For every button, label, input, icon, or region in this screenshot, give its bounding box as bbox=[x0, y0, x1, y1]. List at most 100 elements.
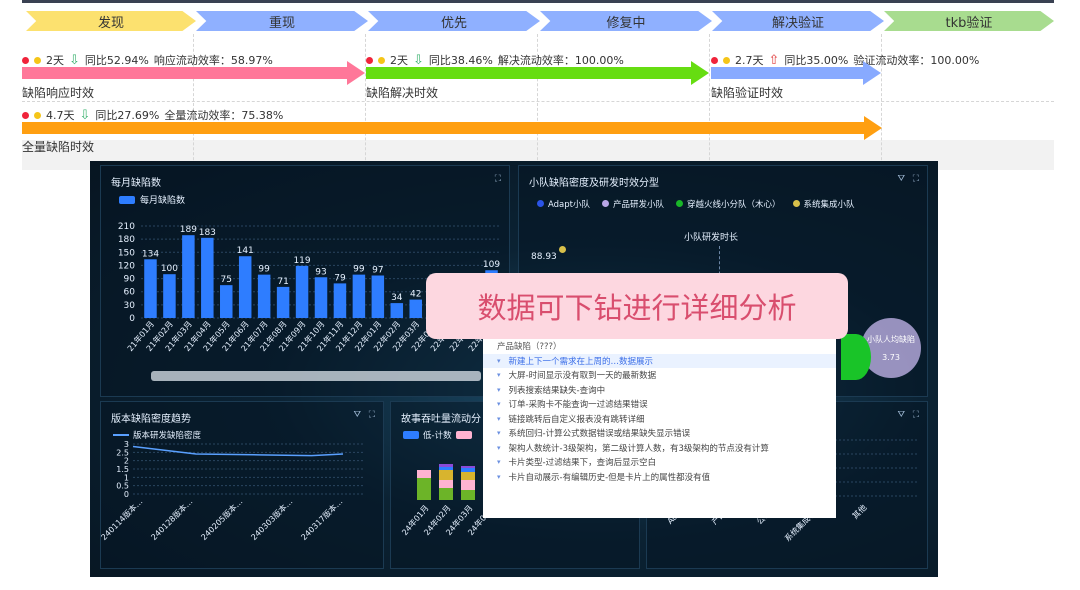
bubble-value: 3.73 bbox=[882, 353, 900, 362]
stacked-bar bbox=[439, 488, 453, 500]
stage-label: tkb验证 bbox=[945, 15, 993, 31]
stage-label: 重现 bbox=[268, 15, 295, 31]
stage-label: 修复中 bbox=[606, 15, 646, 31]
bullet-icon: ▾ bbox=[497, 414, 501, 423]
y-tick-label: 120 bbox=[118, 261, 135, 271]
menu-item[interactable]: ▾ 系统回归-计算公式数据错误或结果缺失显示错误 bbox=[483, 426, 836, 441]
y-tick-label: 60 bbox=[124, 288, 136, 298]
stacked-bar bbox=[439, 464, 453, 467]
y-tick-label: 90 bbox=[124, 275, 136, 285]
expand-icon[interactable]: ⛶ bbox=[495, 174, 501, 184]
menu-item-label: 订单-采购卡不能查询一过滤结果错误 bbox=[508, 400, 648, 411]
stacked-bar bbox=[439, 480, 453, 488]
density-line-chart: 00.511.522.53 240114版本… 240128版本… 240205版本…… bbox=[101, 440, 363, 542]
y-tick-label: 2 bbox=[124, 457, 129, 466]
x-tick-label: 240303版本… bbox=[249, 496, 295, 542]
green-bubble[interactable] bbox=[841, 334, 871, 380]
data-label: 119 bbox=[293, 256, 310, 266]
bar bbox=[257, 274, 271, 318]
data-label: 42 bbox=[410, 290, 421, 300]
bar bbox=[144, 259, 157, 318]
stage-discover[interactable]: 发现 bbox=[26, 11, 196, 31]
bar bbox=[182, 235, 195, 318]
x-tick-label: 240114版本… bbox=[101, 496, 144, 542]
stacked-bar bbox=[461, 466, 475, 468]
overall-label: 全量缺陷时效 bbox=[22, 140, 95, 154]
menu-item[interactable]: ▾ 新建上下一个需求在上周的…数据展示 bbox=[483, 353, 836, 368]
legend-item[interactable]: 系统集成小队 bbox=[792, 198, 855, 210]
data-label: 99 bbox=[258, 265, 270, 275]
stacked-bar bbox=[461, 472, 475, 480]
data-label: 79 bbox=[334, 273, 346, 283]
team-legend: Adapt小队 产品研发小队 穿越火线小分队（木心） 系统集成小队 bbox=[537, 198, 855, 210]
y-tick-label: 0 bbox=[124, 490, 129, 499]
grid-line bbox=[709, 34, 710, 170]
bar bbox=[276, 286, 290, 318]
y-tick-label: 1 bbox=[124, 473, 129, 482]
expand-icon[interactable]: ⛶ bbox=[913, 174, 919, 184]
y-tick-label: 180 bbox=[118, 235, 135, 245]
bullet-icon: ▾ bbox=[497, 371, 501, 380]
menu-item-label: 链接跳转后自定义报表没有跳转详细 bbox=[508, 414, 645, 425]
data-label: 97 bbox=[372, 266, 383, 276]
y-tick-label: 0.5 bbox=[116, 482, 129, 491]
data-label: 183 bbox=[199, 228, 216, 238]
menu-item[interactable]: ▾ 大屏-时间显示没有取到一天的最新数据 bbox=[483, 368, 836, 383]
expand-icon[interactable]: ⛶ bbox=[369, 410, 375, 420]
stage-resolve-verify[interactable]: 解决验证 bbox=[712, 11, 884, 31]
overall-arrow bbox=[22, 116, 882, 140]
bullet-icon: ▾ bbox=[497, 443, 501, 452]
response-label: 缺陷响应时效 bbox=[22, 86, 95, 100]
data-label: 134 bbox=[142, 249, 159, 259]
x-tick-label: 240128版本… bbox=[149, 496, 195, 542]
y-tick-label: 210 bbox=[118, 222, 135, 232]
menu-item[interactable]: ▾ 卡片自动展示-有编辑历史-但是卡片上的属性都没有值 bbox=[483, 470, 836, 485]
data-label: 75 bbox=[221, 275, 232, 285]
bar bbox=[238, 256, 252, 318]
bar bbox=[390, 303, 404, 318]
stage-reproduce[interactable]: 重现 bbox=[196, 11, 368, 31]
drilldown-menu: 产品缺陷（???） ▾ 新建上下一个需求在上周的…数据展示 ▾ 大屏-时间显示没有取到… bbox=[483, 339, 836, 518]
stage-prioritize[interactable]: 优先 bbox=[368, 11, 540, 31]
data-label: 109 bbox=[483, 260, 500, 270]
menu-item-label: 架构人数统计-3级架构，第二级计算人数，有3级架构的节点没有计算 bbox=[508, 443, 769, 454]
x-tick-label: 其他 bbox=[850, 502, 868, 520]
legend-item[interactable]: 产品研发小队 bbox=[602, 198, 664, 210]
verify-label: 缺陷验证时效 bbox=[711, 86, 784, 100]
bullet-icon: ▾ bbox=[497, 458, 501, 467]
data-label: 141 bbox=[237, 246, 254, 256]
expand-icon[interactable]: ⛶ bbox=[913, 410, 919, 420]
legend-swatch bbox=[119, 195, 135, 204]
resolve-label: 缺陷解决时效 bbox=[366, 86, 439, 100]
stage-fixing[interactable]: 修复中 bbox=[540, 11, 712, 31]
menu-item[interactable]: ▾ 架构人数统计-3级架构，第二级计算人数，有3级架构的节点没有计算 bbox=[483, 441, 836, 456]
bar bbox=[220, 285, 233, 318]
filter-icon[interactable]: ⛛ bbox=[897, 410, 905, 420]
scatter-point[interactable] bbox=[559, 246, 566, 253]
menu-item[interactable]: ▾ 链接跳转后自定义报表没有跳转详细 bbox=[483, 412, 836, 427]
version-density-panel: 版本缺陷密度趋势 ⛛ ⛶ 版本研发缺陷密度 0 0.5 1 1.5 2 2.5 3 24011… bbox=[100, 401, 384, 569]
chart-subtitle: 小队研发时长 bbox=[684, 233, 739, 243]
bullet-icon: ▾ bbox=[497, 429, 501, 438]
menu-item[interactable]: ▾ 列表搜索结果缺失-查询中 bbox=[483, 383, 836, 398]
stacked-bar bbox=[439, 470, 453, 480]
menu-item[interactable]: ▾ 订单-采购卡不能查询一过滤结果错误 bbox=[483, 397, 836, 412]
menu-item[interactable]: ▾ 卡片类型-过滤结果下，查询后显示空白 bbox=[483, 455, 836, 470]
data-label: 34 bbox=[391, 293, 403, 303]
menu-title: 产品缺陷（???） bbox=[497, 342, 562, 353]
data-label: 71 bbox=[277, 277, 288, 287]
y-tick-label: 150 bbox=[118, 248, 135, 258]
stage-tkb-verify[interactable]: tkb验证 bbox=[884, 11, 1054, 31]
filter-icon[interactable]: ⛛ bbox=[897, 174, 905, 184]
bullet-icon: ▾ bbox=[497, 472, 501, 481]
legend-item[interactable]: 穿越火线小分队（木心） bbox=[676, 198, 781, 210]
legend-item[interactable]: Adapt小队 bbox=[537, 198, 590, 210]
stacked-bar bbox=[461, 480, 475, 490]
panel-title: 每月缺陷数 bbox=[111, 178, 161, 189]
verify-arrow bbox=[711, 61, 881, 85]
menu-item-label: 卡片自动展示-有编辑历史-但是卡片上的属性都没有值 bbox=[508, 472, 711, 483]
menu-item-label: 卡片类型-过滤结果下，查询后显示空白 bbox=[508, 458, 657, 469]
grid-line bbox=[22, 101, 1054, 102]
filter-icon[interactable]: ⛛ bbox=[353, 410, 361, 420]
x-tick-label: 240205版本… bbox=[199, 496, 245, 542]
